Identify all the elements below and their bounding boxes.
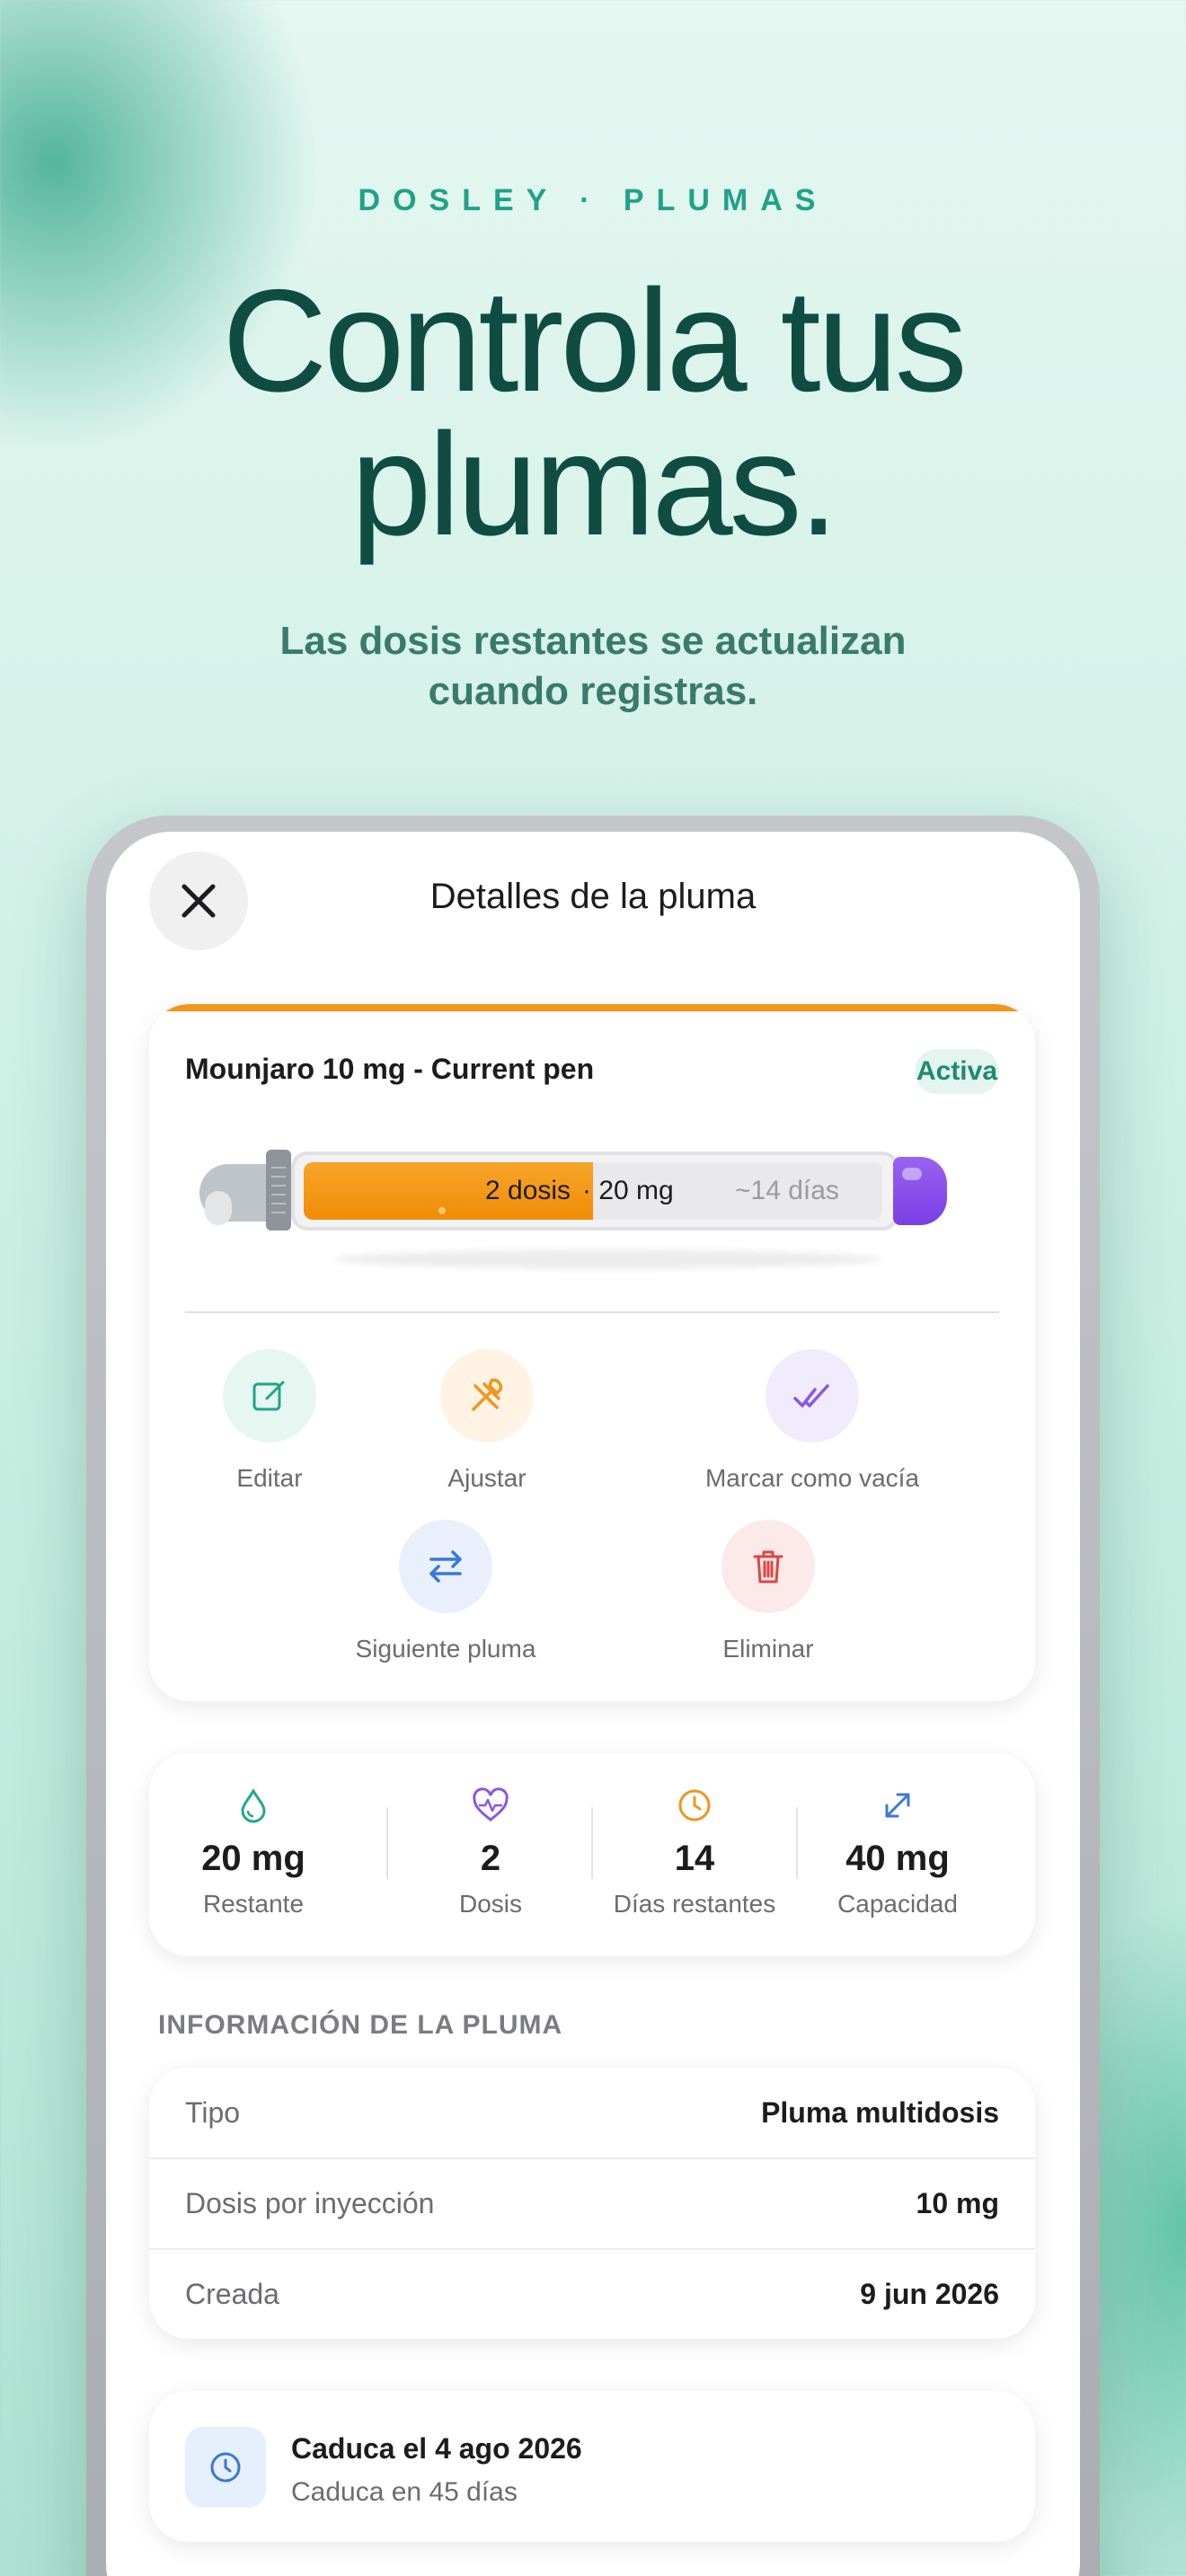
headline-line-1: Controla tus — [222, 260, 967, 422]
pen-dose-knob — [893, 1157, 947, 1225]
pen-cap-window — [205, 1191, 232, 1225]
stats-card: 20 mg Restante 2 Dosis 14 Días restantes… — [149, 1753, 1035, 1956]
stat-value: 14 — [674, 1839, 715, 1878]
app-eyebrow: DOSLEY · PLUMAS — [358, 183, 828, 217]
pen-card-accent-bar — [149, 1004, 1035, 1011]
edit-icon — [252, 1381, 285, 1411]
expiry-title: Caduca el 4 ago 2026 — [291, 2432, 582, 2465]
heart-pulse-icon — [473, 1787, 509, 1822]
info-row-type: Tipo Pluma multidosis — [149, 2068, 1035, 2157]
stat-value: 2 — [480, 1839, 501, 1878]
droplet-icon — [241, 1788, 266, 1823]
next-pen-label: Siguiente pluma — [355, 1635, 536, 1663]
pen-name: Mounjaro 10 mg - Current pen — [185, 1053, 595, 1085]
section-title: INFORMACIÓN DE LA PLUMA — [158, 2010, 563, 2040]
expiry-icon-tile — [185, 2427, 266, 2508]
delete-label: Eliminar — [722, 1635, 814, 1663]
divider — [185, 1311, 999, 1313]
pen-doses-label: 2 dosis — [485, 1176, 571, 1205]
stat-divider — [386, 1807, 388, 1879]
pen-cap — [199, 1164, 273, 1225]
adjust-label: Ajustar — [447, 1464, 527, 1492]
mark-empty-button[interactable]: Marcar como vacía — [668, 1349, 956, 1493]
info-key: Dosis por inyección — [185, 2187, 435, 2219]
stat-capacity: 40 mg Capacidad — [796, 1787, 999, 1919]
info-row-created: Creada 9 jun 2026 — [149, 2249, 1035, 2339]
stat-days-left: 14 Días restantes — [593, 1787, 796, 1919]
expand-arrows-icon — [885, 1793, 910, 1818]
sheet-title: Detalles de la pluma — [429, 877, 757, 916]
subheadline-line-2: cuando registras. — [428, 669, 758, 713]
headline: Controla tus plumas. — [0, 260, 1186, 566]
info-key: Creada — [185, 2278, 279, 2310]
info-value: 9 jun 2026 — [860, 2278, 999, 2310]
edit-button[interactable]: Editar — [180, 1349, 359, 1493]
pen-knob-shine — [902, 1168, 922, 1180]
adjust-button[interactable]: Ajustar — [397, 1349, 577, 1493]
info-value: Pluma multidosis — [761, 2096, 999, 2129]
close-button[interactable] — [149, 851, 248, 950]
trash-icon — [753, 1550, 783, 1584]
mark-empty-label: Marcar como vacía — [704, 1464, 920, 1492]
clock-icon — [678, 1789, 711, 1822]
pen-body: 2 dosis · 20 mg ~14 días — [291, 1151, 898, 1231]
info-row-dose: Dosis por inyección 10 mg — [149, 2158, 1035, 2248]
clock-icon — [210, 2452, 241, 2483]
subheadline-line-1: Las dosis restantes se actualizan — [279, 619, 907, 663]
expiry-card: Caduca el 4 ago 2026 Caduca en 45 días — [149, 2391, 1035, 2542]
stat-value: 20 mg — [201, 1839, 305, 1878]
pen-illustration: 2 dosis · 20 mg ~14 días — [199, 1150, 947, 1268]
headline-line-2: plumas. — [350, 403, 838, 566]
stat-value: 40 mg — [845, 1839, 950, 1878]
info-value: 10 mg — [916, 2187, 999, 2219]
expiry-subtitle: Caduca en 45 días — [291, 2477, 518, 2507]
stat-label: Capacidad — [837, 1890, 958, 1918]
subheadline: Las dosis restantes se actualizan cuando… — [234, 616, 952, 717]
pen-days-label: ~14 días — [735, 1176, 839, 1205]
pen-mg-label: · 20 mg — [582, 1176, 674, 1205]
double-check-icon — [793, 1384, 829, 1407]
stat-doses: 2 Dosis — [389, 1787, 592, 1919]
next-pen-button[interactable]: Siguiente pluma — [329, 1520, 562, 1663]
pen-shadow — [334, 1250, 882, 1268]
pen-card: Mounjaro 10 mg - Current pen Activa 2 do… — [149, 1004, 1035, 1701]
pen-bubble — [438, 1207, 446, 1214]
info-key: Tipo — [185, 2096, 241, 2129]
pen-collar — [266, 1150, 291, 1231]
stat-remaining: 20 mg Restante — [152, 1787, 355, 1919]
edit-label: Editar — [236, 1464, 303, 1492]
pen-dose-level: 2 dosis · 20 mg ~14 días — [304, 1162, 882, 1220]
pen-info-card: Tipo Pluma multidosis Dosis por inyecció… — [149, 2068, 1035, 2339]
status-badge: Activa — [915, 1049, 999, 1094]
close-icon — [181, 884, 216, 918]
stat-label: Restante — [202, 1890, 305, 1918]
tools-icon — [472, 1378, 503, 1411]
delete-button[interactable]: Eliminar — [701, 1520, 836, 1663]
stat-label: Días restantes — [613, 1890, 776, 1918]
stat-label: Dosis — [458, 1890, 522, 1918]
swap-arrows-icon — [429, 1550, 462, 1583]
